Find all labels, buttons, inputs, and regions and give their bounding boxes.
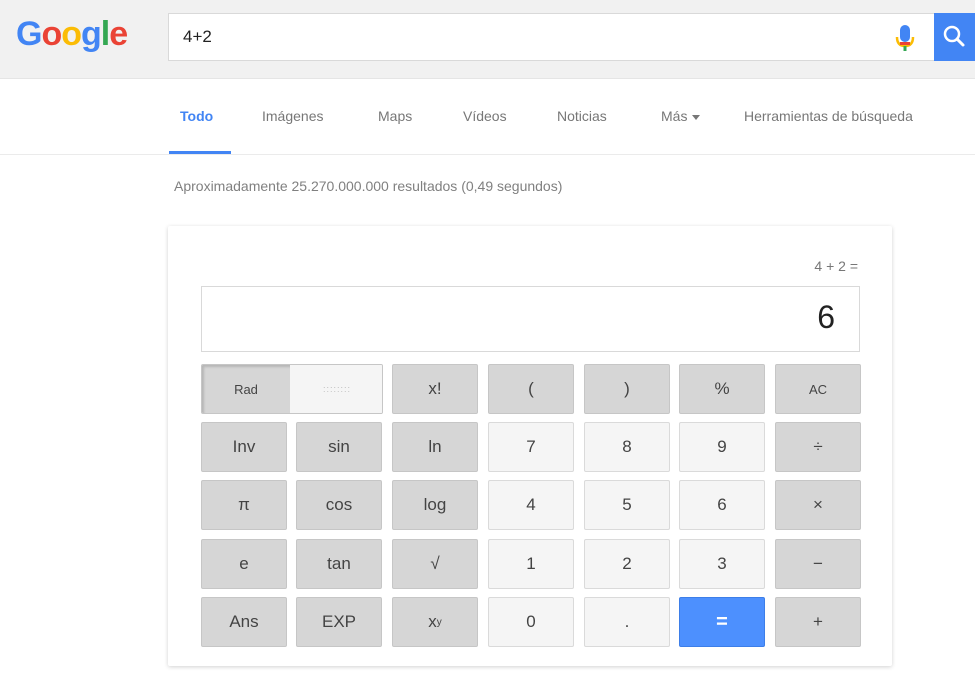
- tab-images[interactable]: Imágenes: [262, 108, 323, 124]
- digit-2-key[interactable]: 2: [584, 539, 670, 589]
- tab-all[interactable]: Todo: [180, 108, 213, 124]
- sin-key[interactable]: sin: [296, 422, 382, 472]
- exp-key[interactable]: EXP: [296, 597, 382, 647]
- left-paren-key[interactable]: (: [488, 364, 574, 414]
- digit-0-key[interactable]: 0: [488, 597, 574, 647]
- digit-6-key[interactable]: 6: [679, 480, 765, 530]
- search-input[interactable]: [169, 14, 897, 60]
- digit-3-key[interactable]: 3: [679, 539, 765, 589]
- digit-7-key[interactable]: 7: [488, 422, 574, 472]
- search-button[interactable]: [934, 13, 975, 61]
- google-logo[interactable]: Google: [16, 12, 128, 56]
- decimal-key[interactable]: .: [584, 597, 670, 647]
- rad-deg-toggle[interactable]: Rad ::::::::: [201, 364, 383, 414]
- tab-news[interactable]: Noticias: [557, 108, 607, 124]
- divide-key[interactable]: ÷: [775, 422, 861, 472]
- euler-key[interactable]: e: [201, 539, 287, 589]
- active-tab-indicator: [169, 151, 231, 154]
- factorial-key[interactable]: x!: [392, 364, 478, 414]
- digit-9-key[interactable]: 9: [679, 422, 765, 472]
- sqrt-key[interactable]: √: [392, 539, 478, 589]
- search-tabs: Todo Imágenes Maps Vídeos Noticias Más H…: [0, 78, 975, 155]
- dropdown-caret-icon: [692, 114, 701, 120]
- tab-videos[interactable]: Vídeos: [463, 108, 507, 124]
- inverse-key[interactable]: Inv: [201, 422, 287, 472]
- tab-search-tools[interactable]: Herramientas de búsqueda: [744, 108, 913, 124]
- search-icon: [943, 25, 965, 47]
- equals-key[interactable]: =: [679, 597, 765, 647]
- cos-key[interactable]: cos: [296, 480, 382, 530]
- right-paren-key[interactable]: ): [584, 364, 670, 414]
- digit-4-key[interactable]: 4: [488, 480, 574, 530]
- calculator-display: 6: [201, 286, 860, 352]
- multiply-key[interactable]: ×: [775, 480, 861, 530]
- deg-option[interactable]: ::::::::: [290, 365, 382, 413]
- digit-8-key[interactable]: 8: [584, 422, 670, 472]
- calculator-card: 4 + 2 = 6 Rad :::::::: x! ( ) % AC Inv s…: [168, 226, 892, 666]
- plus-key[interactable]: +: [775, 597, 861, 647]
- rad-option[interactable]: Rad: [202, 365, 290, 413]
- pi-key[interactable]: π: [201, 480, 287, 530]
- result-stats: Aproximadamente 25.270.000.000 resultado…: [174, 178, 563, 194]
- calculator-expression: 4 + 2 =: [814, 258, 858, 274]
- ln-key[interactable]: ln: [392, 422, 478, 472]
- answer-key[interactable]: Ans: [201, 597, 287, 647]
- tan-key[interactable]: tan: [296, 539, 382, 589]
- search-box: [168, 13, 934, 61]
- log-key[interactable]: log: [392, 480, 478, 530]
- microphone-icon[interactable]: [894, 24, 916, 52]
- digit-1-key[interactable]: 1: [488, 539, 574, 589]
- top-bar: Google: [0, 0, 975, 79]
- tab-more[interactable]: Más: [661, 108, 701, 124]
- digit-5-key[interactable]: 5: [584, 480, 670, 530]
- all-clear-key[interactable]: AC: [775, 364, 861, 414]
- calculator-result: 6: [817, 299, 835, 335]
- power-key[interactable]: xy: [392, 597, 478, 647]
- minus-key[interactable]: −: [775, 539, 861, 589]
- tab-maps[interactable]: Maps: [378, 108, 412, 124]
- percent-key[interactable]: %: [679, 364, 765, 414]
